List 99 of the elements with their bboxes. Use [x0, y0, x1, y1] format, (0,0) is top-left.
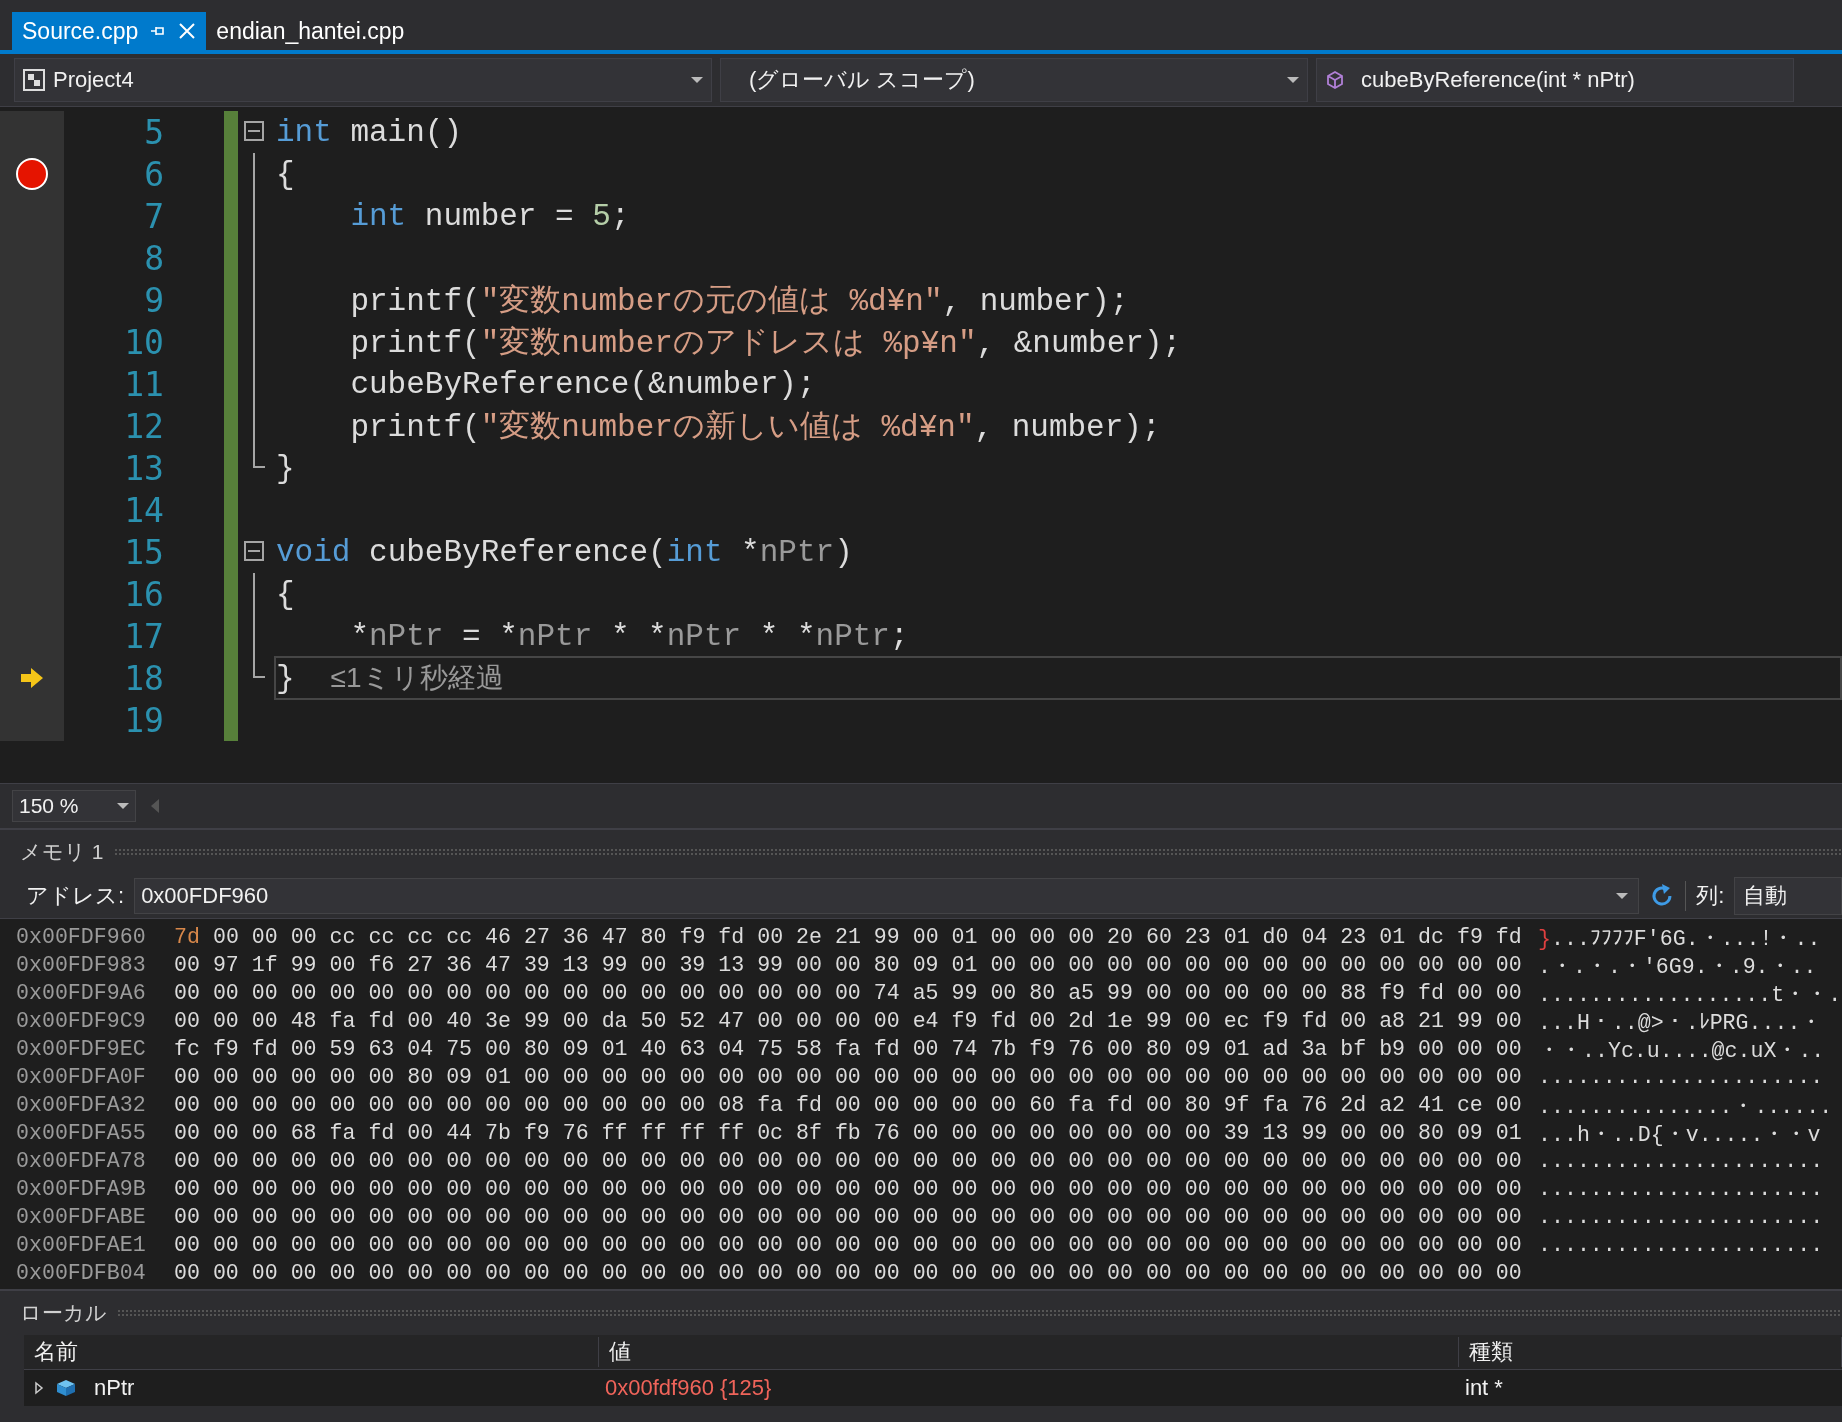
address-field[interactable]: 0x00FDF960 — [134, 878, 1640, 914]
code-line: cubeByReference(&number); — [349, 366, 816, 402]
memory-bytes: 00 00 00 00 00 00 00 00 00 00 00 00 00 00 00 00 00 00 74 a5 99 00 80 a5 99 00 00 00 00 00 88 f9 fd 00 00 — [174, 981, 1523, 1005]
line-number: 8 — [143, 238, 164, 278]
close-icon[interactable] — [178, 22, 197, 40]
memory-address: 0x00FDF9C9 — [16, 1009, 147, 1033]
memory-address: 0x00FDFAE1 — [16, 1233, 147, 1257]
scope-dropdown[interactable]: (グローバル スコープ) — [720, 58, 1308, 102]
memory-text: ...............・...... — [1538, 1093, 1833, 1120]
memory-address: 0x00FDFA55 — [16, 1121, 147, 1145]
memory-address: 0x00FDFB04 — [16, 1261, 147, 1285]
memory-bytes: 00 00 00 48 fa fd 00 40 3e 99 00 da 50 52 47 00 00 00 00 e4 f9 fd 00 2d 1e 99 00 ec f9 fd 00 a8 21 99 00 — [174, 1009, 1523, 1033]
memory-address: 0x00FDFA0F — [16, 1065, 147, 1089]
column-header[interactable]: 名前 — [24, 1337, 599, 1367]
memory-address: 0x00FDF9A6 — [16, 981, 147, 1005]
code-line: { — [276, 576, 295, 612]
memory-text: }...ﾌﾌﾌﾌF'6G.・...!・.. — [1538, 925, 1821, 952]
line-number: 10 — [123, 322, 164, 362]
line-number: 11 — [123, 364, 164, 404]
memory-bytes: fc f9 fd 00 59 63 04 75 00 80 09 01 40 63 04 75 58 fa fd 00 74 7b f9 76 00 80 09 01 ad 3a bf b9 00 00 00 — [174, 1037, 1523, 1061]
code-line: } — [276, 660, 295, 696]
memory-address: 0x00FDFA32 — [16, 1093, 147, 1117]
memory-text: ・・..Yc.u....@c.uX・.. — [1538, 1037, 1825, 1064]
collapse-icon[interactable] — [244, 541, 264, 561]
code-line: int number = 5; — [349, 198, 630, 234]
memory-bytes: 7d 00 00 00 cc cc cc cc 46 27 36 47 80 f9 fd 00 2e 21 99 00 01 00 00 00 20 60 23 01 d0 04 23 01 dc f9 fd — [174, 925, 1523, 949]
memory-bytes: 00 00 00 00 00 00 00 00 00 00 00 00 00 00 00 00 00 00 00 00 00 00 00 00 00 00 00 00 00 00 00 00 00 00 00 — [174, 1233, 1523, 1257]
memory-address: 0x00FDFA9B — [16, 1177, 147, 1201]
variable-value: 0x00fdf960 {125} — [604, 1375, 773, 1401]
code-line: printf("変数numberの元の値は %d¥n", number); — [349, 283, 1129, 321]
memory-text: ..................t・・. — [1538, 981, 1842, 1008]
memory-address: 0x00FDF960 — [16, 925, 147, 949]
project-icon — [23, 69, 45, 91]
code-line: printf("変数numberのアドレスは %p¥n", &number); — [349, 325, 1182, 363]
memory-text: ...H・..@>・.ﾚPRG....・ — [1538, 1009, 1823, 1036]
line-number: 12 — [123, 406, 164, 446]
member-dropdown[interactable]: cubeByReference(int * nPtr) — [1316, 58, 1794, 102]
memory-address: 0x00FDF9EC — [16, 1037, 147, 1061]
memory-text: ...................... — [1538, 1205, 1824, 1229]
line-number: 6 — [143, 154, 164, 194]
line-number: 17 — [123, 616, 164, 656]
memory-bytes: 00 00 00 00 00 00 80 09 01 00 00 00 00 00 00 00 00 00 00 00 00 00 00 00 00 00 00 00 00 00 00 00 00 00 00 — [174, 1065, 1523, 1089]
file-tab[interactable]: endian_hantei.cpp — [206, 12, 415, 50]
code-line: { — [276, 156, 295, 192]
line-number: 7 — [143, 196, 164, 236]
panel-title: メモリ 1 — [20, 839, 104, 865]
change-indicator-bar — [224, 111, 238, 153]
memory-address: 0x00FDFA78 — [16, 1149, 147, 1173]
project-dropdown[interactable]: Project4 — [14, 58, 712, 102]
caret-icon[interactable] — [117, 803, 129, 809]
memory-text: .・.・.・'6G9.・.9.・.. — [1538, 953, 1817, 980]
line-number: 5 — [143, 112, 164, 152]
code-line: printf("変数numberの新しい値は %d¥n", number); — [349, 409, 1161, 447]
memory-bytes: 00 00 00 68 fa fd 00 44 7b f9 76 ff ff ff ff 0c 8f fb 76 00 00 00 00 00 00 00 00 39 13 99 00 00 80 09 01 — [174, 1121, 1523, 1145]
memory-text: ...h・..D{・v.....・・v — [1538, 1121, 1821, 1148]
memory-address: 0x00FDFABE — [16, 1205, 147, 1229]
memory-bytes: 00 97 1f 99 00 f6 27 36 47 39 13 99 00 39 13 99 00 00 80 09 01 00 00 00 00 00 00 00 00 00 00 00 00 00 00 — [174, 953, 1523, 977]
columns-label: 列: — [1696, 882, 1725, 910]
variable-type: int * — [1464, 1375, 1504, 1401]
line-number: 13 — [123, 448, 164, 488]
collapsed-arrow-icon[interactable] — [34, 1381, 44, 1395]
line-number: 18 — [123, 658, 164, 698]
memory-text: ...................... — [1538, 1177, 1824, 1201]
elapsed-time-hint: ≤1ミリ秒経過 — [330, 661, 504, 695]
file-tab[interactable]: Source.cpp — [12, 12, 207, 50]
collapse-icon[interactable] — [244, 121, 264, 141]
caret-icon[interactable] — [1616, 893, 1629, 899]
line-number: 9 — [143, 280, 164, 320]
line-number: 16 — [123, 574, 164, 614]
memory-bytes: 00 00 00 00 00 00 00 00 00 00 00 00 00 00 00 00 00 00 00 00 00 00 00 00 00 00 00 00 00 00 00 00 00 00 00 — [174, 1177, 1523, 1201]
address-label: アドレス: — [26, 882, 125, 910]
breakpoint-icon[interactable] — [15, 157, 49, 191]
column-header[interactable]: 値 — [599, 1337, 1459, 1367]
variable-name: nPtr — [94, 1375, 135, 1401]
memory-text: ...................... — [1538, 1233, 1824, 1257]
line-number: 19 — [123, 700, 164, 740]
panel-title: ローカル — [20, 1300, 107, 1326]
memory-text: ...................... — [1538, 1065, 1824, 1089]
line-number: 14 — [123, 490, 164, 530]
variable-icon — [56, 1379, 76, 1397]
code-line: } — [276, 450, 295, 486]
code-line: *nPtr = *nPtr * *nPtr * *nPtr; — [349, 618, 909, 654]
memory-text: ...................... — [1538, 1149, 1824, 1173]
code-line: int main() — [276, 114, 463, 150]
memory-bytes: 00 00 00 00 00 00 00 00 00 00 00 00 00 00 00 00 00 00 00 00 00 00 00 00 00 00 00 00 00 00 00 00 00 00 00 — [174, 1149, 1523, 1173]
memory-bytes: 00 00 00 00 00 00 00 00 00 00 00 00 00 00 00 00 00 00 00 00 00 00 00 00 00 00 00 00 00 00 00 00 00 00 00 — [174, 1261, 1523, 1285]
cube-icon — [1325, 70, 1345, 90]
columns-dropdown[interactable]: 自動 — [1734, 877, 1842, 915]
zoom-dropdown[interactable]: 150 % — [12, 790, 136, 822]
code-line: void cubeByReference(int *nPtr) — [276, 534, 853, 570]
memory-bytes: 00 00 00 00 00 00 00 00 00 00 00 00 00 00 00 00 00 00 00 00 00 00 00 00 00 00 00 00 00 00 00 00 00 00 00 — [174, 1205, 1523, 1229]
memory-bytes: 00 00 00 00 00 00 00 00 00 00 00 00 00 00 08 fa fd 00 00 00 00 00 60 fa fd 00 80 9f fa 76 2d a2 41 ce 00 — [174, 1093, 1523, 1117]
caret-icon[interactable] — [691, 77, 703, 83]
memory-address: 0x00FDF983 — [16, 953, 147, 977]
change-indicator-bar — [224, 699, 238, 741]
column-header[interactable]: 種類 — [1459, 1337, 1842, 1367]
scroll-left-icon[interactable] — [150, 798, 160, 814]
caret-icon[interactable] — [1287, 77, 1299, 83]
line-number: 15 — [123, 532, 164, 572]
